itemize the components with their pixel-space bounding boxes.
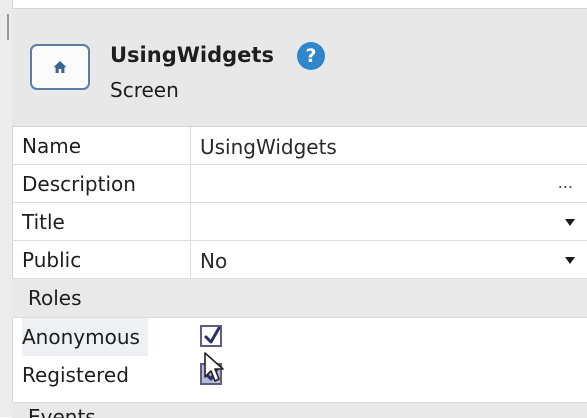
role-label: Anonymous [22,318,148,356]
chevron-down-icon[interactable] [565,219,575,226]
column-divider [190,127,191,164]
roles-section-header[interactable]: Roles [12,279,587,318]
screen-title: UsingWidgets [110,43,274,67]
property-row-public: Public No [12,241,587,279]
events-section-header[interactable]: Events [12,402,587,418]
role-label: Registered [22,363,129,387]
properties-header: UsingWidgets ? Screen [12,8,587,127]
property-label: Description [22,172,136,196]
ellipsis-button[interactable]: ... [558,173,573,192]
screen-icon-box [30,44,90,90]
anonymous-checkbox[interactable] [200,325,222,347]
role-row-registered: Registered [12,356,587,394]
chevron-down-icon[interactable] [565,257,575,264]
section-label: Roles [28,286,82,310]
checkmark-icon [204,327,221,344]
column-divider [190,165,191,202]
column-divider [190,241,191,278]
property-label: Public [22,248,82,272]
name-field[interactable]: UsingWidgets [200,127,337,165]
property-label: Name [22,134,82,158]
element-type-label: Screen [110,78,179,102]
property-row-name: Name UsingWidgets [12,127,587,165]
top-strip [0,0,587,8]
mouse-cursor-icon [204,352,224,382]
home-icon [53,61,67,73]
property-row-title: Title [12,203,587,241]
property-label: Title [22,210,65,234]
public-select[interactable]: No [200,241,227,279]
help-icon[interactable]: ? [297,42,325,70]
splitter-grip[interactable] [7,14,9,40]
section-label: Events [28,405,96,418]
column-divider [190,203,191,240]
properties-grid: Name UsingWidgets Description ... Title … [12,126,587,394]
role-row-anonymous: Anonymous [12,318,587,356]
property-row-description: Description ... [12,165,587,203]
